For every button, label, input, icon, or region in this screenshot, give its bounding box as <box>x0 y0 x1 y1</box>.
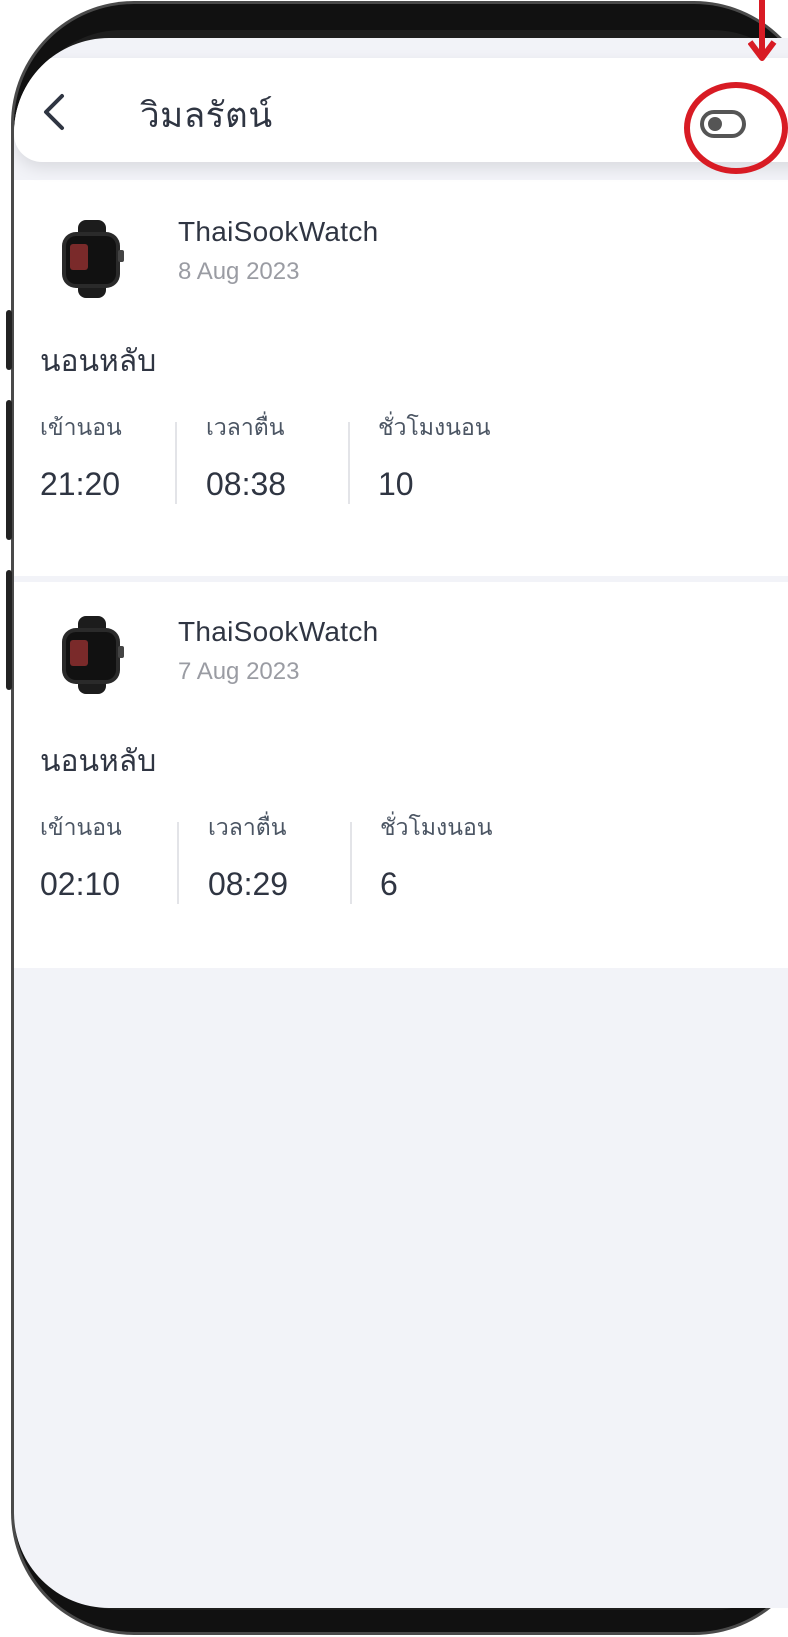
back-button[interactable] <box>36 92 76 132</box>
volume-button <box>6 400 12 540</box>
device-name: ThaiSookWatch <box>178 616 379 647</box>
sleep-hours-value: 10 <box>378 466 414 502</box>
section-title: นอนหลับ <box>40 344 157 379</box>
page-title: วิมลรัตน์ <box>140 96 273 136</box>
chevron-left-icon <box>44 94 64 130</box>
record-date: 7 Aug 2023 <box>178 658 300 685</box>
record-date: 8 Aug 2023 <box>178 258 300 285</box>
divider <box>177 822 179 904</box>
bedtime-label: เข้านอน <box>40 815 122 841</box>
section-title: นอนหลับ <box>40 744 157 779</box>
smartwatch-icon <box>62 220 124 298</box>
bedtime-value: 21:20 <box>40 466 121 502</box>
arrow-down-icon <box>748 0 777 61</box>
divider <box>348 422 350 504</box>
sleep-record-card[interactable]: ThaiSookWatch 8 Aug 2023 นอนหลับ เข้านอน… <box>14 180 788 576</box>
app-screen: วิมลรัตน์ ThaiSookWatch 8 Aug 2023 นอนหล… <box>14 38 788 1608</box>
sleep-hours-label: ชั่วโมงนอน <box>378 415 491 441</box>
sleep-hours-label: ชั่วโมงนอน <box>380 815 493 841</box>
bedtime-label: เข้านอน <box>40 415 122 441</box>
wake-time-label: เวลาตื่น <box>206 415 285 441</box>
bedtime-value: 02:10 <box>40 866 121 902</box>
sleep-record-card[interactable]: ThaiSookWatch 7 Aug 2023 นอนหลับ เข้านอน… <box>14 582 788 968</box>
divider <box>175 422 177 504</box>
smartwatch-icon <box>62 616 124 694</box>
power-button <box>6 570 12 690</box>
app-header: วิมลรัตน์ <box>14 58 788 162</box>
divider <box>350 822 352 904</box>
highlight-circle <box>684 82 788 174</box>
volume-button <box>6 310 12 370</box>
device-name: ThaiSookWatch <box>178 216 379 247</box>
wake-time-label: เวลาตื่น <box>208 815 287 841</box>
wake-time-value: 08:29 <box>208 866 289 902</box>
wake-time-value: 08:38 <box>206 466 287 502</box>
sleep-hours-value: 6 <box>380 866 398 902</box>
